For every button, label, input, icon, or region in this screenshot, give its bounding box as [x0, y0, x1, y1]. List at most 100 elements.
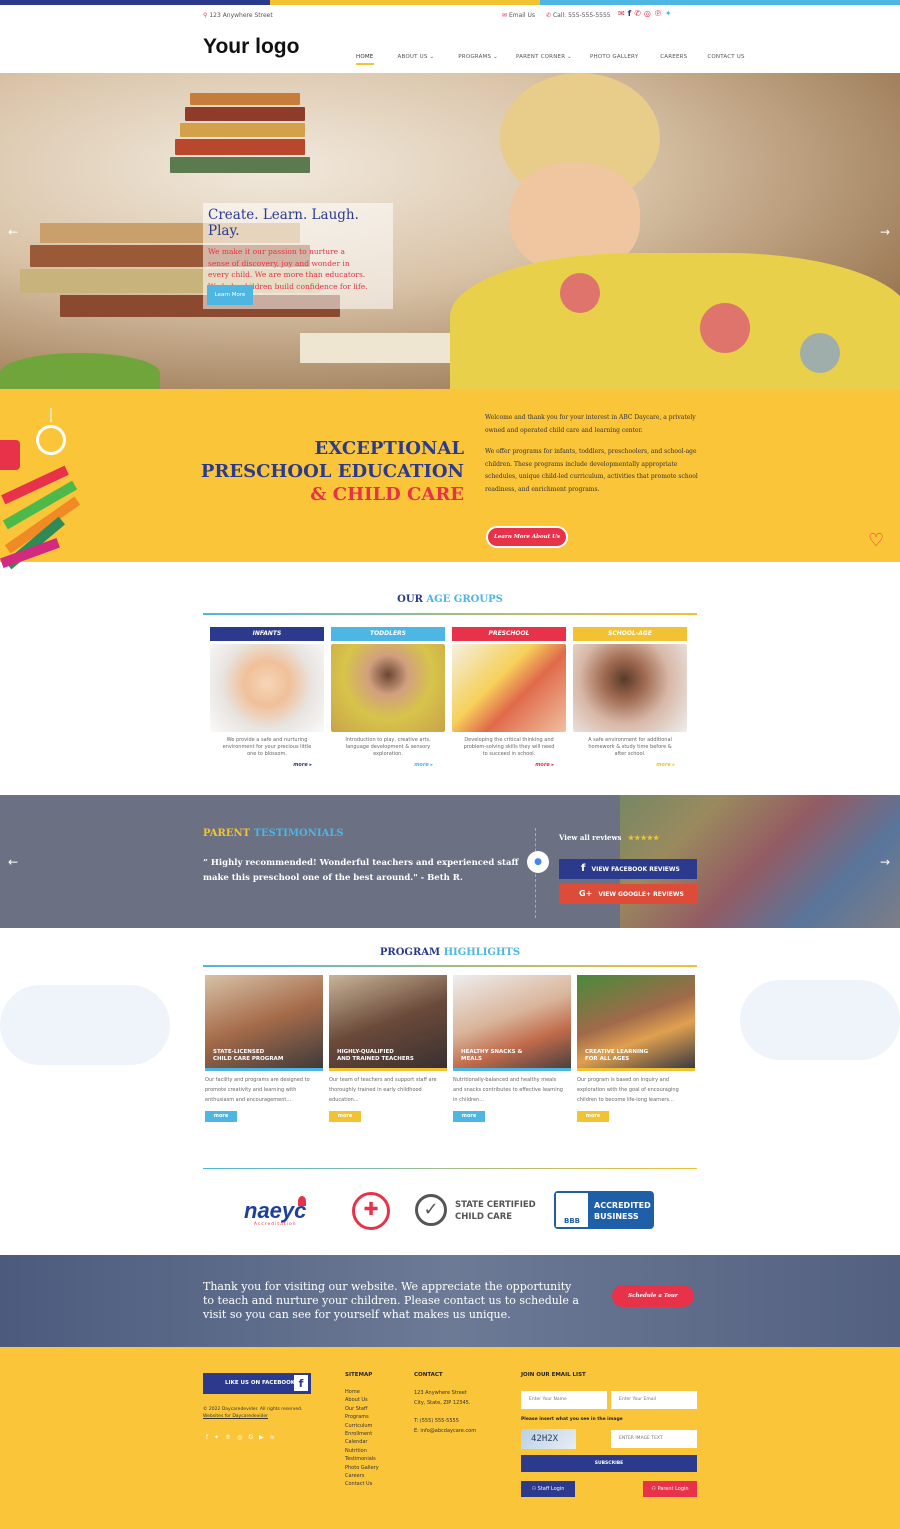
cloud-left: [0, 985, 170, 1065]
copyright: © 2022 Daycaredevider. All rights reserv…: [203, 1407, 303, 1420]
sitemap-link[interactable]: Home: [345, 1388, 379, 1396]
age-card-toddlers[interactable]: TODDLERS Introduction to play, creative …: [331, 627, 445, 768]
infant-photo: [210, 644, 324, 732]
sitemap-heading: SITEMAP: [345, 1372, 373, 1378]
sitemap-link[interactable]: Contact Us: [345, 1480, 379, 1488]
social-icons-top: ✉f✆◎℗✦: [618, 9, 675, 18]
phone-icon[interactable]: ✆: [634, 9, 644, 18]
age-card-infants[interactable]: INFANTS We provide a safe and nurturing …: [210, 627, 324, 768]
user-icon: ⚇: [531, 1486, 537, 1492]
hero-prev-arrow-icon[interactable]: ←: [8, 225, 18, 239]
footer: [0, 1347, 900, 1529]
quote-icon: ”: [203, 858, 208, 868]
name-input[interactable]: Enter Your Name: [521, 1391, 607, 1409]
pinterest-icon[interactable]: ℗: [225, 1434, 237, 1441]
teachers-more-button[interactable]: more: [329, 1111, 361, 1122]
highlight-card-snacks[interactable]: HEALTHY SNACKS & MEALS Nutritionally-bala…: [453, 975, 571, 1122]
sitemap-link[interactable]: Nutrition: [345, 1447, 379, 1455]
highlight-card-licensed[interactable]: STATE-LICENSED CHILD CARE PROGRAM Our fac…: [205, 975, 323, 1122]
contact-email-link[interactable]: E: info@abcdaycare.com: [414, 1427, 476, 1437]
call-link[interactable]: ✆ Call: 555-555-5555: [546, 12, 611, 19]
schedule-tour-button[interactable]: Schedule a Tour: [612, 1285, 694, 1307]
testimonials-prev-arrow-icon[interactable]: ←: [8, 855, 18, 869]
sitemap-link[interactable]: Photo Gallery: [345, 1464, 379, 1472]
infants-more-link[interactable]: more ▸: [210, 762, 324, 768]
webby-link[interactable]: Websites for Daycaredevider: [203, 1413, 302, 1420]
phone-icon: ✆: [546, 12, 552, 19]
sitemap-link[interactable]: Enrollment: [345, 1430, 379, 1438]
highlight-card-creative[interactable]: CREATIVE LEARNING FOR ALL AGES Our progra…: [577, 975, 695, 1122]
creative-more-button[interactable]: more: [577, 1111, 609, 1122]
age-card-preschool[interactable]: PRESCHOOL Developing the critical thinki…: [452, 627, 566, 768]
hero-learn-more-button[interactable]: Learn More: [207, 285, 253, 305]
logo[interactable]: Your logo: [203, 35, 299, 59]
sitemap-link[interactable]: Curriculum: [345, 1422, 379, 1430]
testimonials-title: PARENT TESTIMONIALS: [203, 828, 344, 839]
sitemap-list: Home About Us Our Staff Programs Curriculum E…: [345, 1388, 379, 1489]
google-reviews-button[interactable]: G+ VIEW GOOGLE+ REVIEWS: [559, 884, 697, 904]
state-certified-text: STATE CERTIFIED CHILD CARE: [455, 1200, 536, 1222]
hero-next-arrow-icon[interactable]: →: [880, 225, 890, 239]
sitemap-link[interactable]: Programs: [345, 1413, 379, 1421]
hero-title: Create. Learn. Laugh. Play.: [208, 207, 359, 239]
captcha-prompt: Please insert what you see in the image: [521, 1417, 623, 1422]
nav-about[interactable]: ABOUT US ⌄: [398, 54, 435, 65]
heart-icon: ♡: [868, 530, 885, 551]
school-age-more-link[interactable]: more ▸: [573, 762, 687, 768]
intro-text: Welcome and thank you for your interest …: [485, 414, 698, 493]
snacks-more-button[interactable]: more: [453, 1111, 485, 1122]
youtube-icon[interactable]: ▶: [259, 1434, 270, 1441]
naeyc-flame-icon: [298, 1196, 306, 1206]
sitemap-link[interactable]: Our Staff: [345, 1405, 379, 1413]
instagram-icon[interactable]: ◎: [644, 9, 654, 18]
toddler-photo: [331, 644, 445, 732]
toddlers-more-link[interactable]: more ▸: [331, 762, 445, 768]
envelope-icon[interactable]: ✉: [618, 9, 628, 18]
sitemap-link[interactable]: About Us: [345, 1396, 379, 1404]
testimonials-next-arrow-icon[interactable]: →: [880, 855, 890, 869]
instagram-icon[interactable]: ◎: [237, 1434, 248, 1441]
facebook-icon[interactable]: f: [206, 1434, 214, 1441]
testimonial-quote: ” Highly recommended! Wonderful teachers…: [203, 858, 519, 883]
learn-more-about-us-button[interactable]: Learn More About Us: [486, 526, 568, 548]
contact-heading: CONTACT: [414, 1372, 443, 1378]
facebook-like-button[interactable]: LIKE US ON FACEBOOK f: [203, 1373, 311, 1394]
hero-slider: [0, 73, 900, 389]
checkmark-badge-icon: ✓: [415, 1194, 447, 1226]
sitemap-link[interactable]: Careers: [345, 1472, 379, 1480]
sitemap-link[interactable]: Calendar: [345, 1438, 379, 1446]
google-plus-icon[interactable]: G: [248, 1434, 259, 1441]
email-input[interactable]: Enter Your Email: [611, 1391, 697, 1409]
highlight-card-teachers[interactable]: HIGHLY-QUALIFIED AND TRAINED TEACHERS Our…: [329, 975, 447, 1122]
school-age-photo: [573, 644, 687, 732]
sitemap-link[interactable]: Testimonials: [345, 1455, 379, 1463]
preschool-more-link[interactable]: more ▸: [452, 762, 566, 768]
email-us-link[interactable]: ✉ Email Us: [502, 12, 535, 19]
staff-login-button[interactable]: ⚇ Staff Login: [521, 1481, 575, 1497]
facebook-reviews-button[interactable]: f VIEW FACEBOOK REVIEWS: [559, 859, 697, 879]
licensed-more-button[interactable]: more: [205, 1111, 237, 1122]
google-g-icon: ●: [527, 851, 549, 873]
subscribe-button[interactable]: SUBSCRIBE: [521, 1455, 697, 1472]
nav-home[interactable]: HOME: [356, 54, 374, 65]
footer-social-icons: f✦℗◎G▶≋: [206, 1434, 281, 1441]
view-all-reviews[interactable]: View all reviews ★★★★★: [559, 833, 659, 842]
parent-login-button[interactable]: ⚇ Parent Login: [643, 1481, 697, 1497]
age-card-school-age[interactable]: SCHOOL-AGE A safe environment for additi…: [573, 627, 687, 768]
captcha-input[interactable]: ENTER IMAGE TEXT: [611, 1430, 697, 1448]
nav-photo-gallery[interactable]: PHOTO GALLERY: [590, 54, 638, 65]
twitter-icon[interactable]: ✦: [214, 1434, 225, 1441]
email-list-heading: JOIN OUR EMAIL LIST: [521, 1372, 586, 1378]
pinterest-icon[interactable]: ℗: [654, 9, 665, 18]
nav-contact[interactable]: CONTACT US: [707, 54, 744, 65]
nav-programs[interactable]: PROGRAMS ⌄: [458, 54, 498, 65]
address-text: 123 Anywhere Street: [209, 12, 273, 19]
twitter-icon[interactable]: ✦: [665, 9, 675, 18]
nav-parent-corner[interactable]: PARENT CORNER ⌄: [516, 54, 572, 65]
map-pin-icon: ⚲: [203, 12, 208, 19]
rss-icon[interactable]: ≋: [270, 1434, 281, 1441]
intro-heading: EXCEPTIONAL PRESCHOOL EDUCATION & CHILD …: [200, 438, 464, 505]
program-highlights-title: PROGRAM HIGHLIGHTS: [379, 947, 521, 958]
user-icon: ⚇: [651, 1486, 656, 1492]
nav-careers[interactable]: CAREERS: [660, 54, 687, 65]
